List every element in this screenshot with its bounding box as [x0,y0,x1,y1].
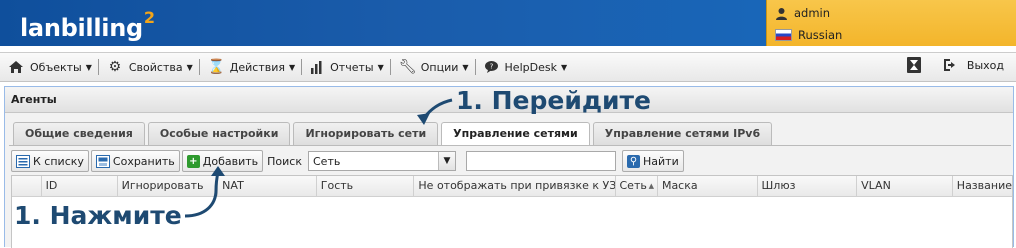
grid-header: ID Игнорировать NAT Гость Не отображать … [12,176,1012,197]
logo-version: 2 [143,8,155,27]
menu-right-group: Выход [906,57,1004,73]
back-to-list-button[interactable]: К списку [11,150,89,172]
column-header-network[interactable]: Сеть ▲ [616,176,658,196]
column-header-id[interactable]: ID [42,176,118,196]
sort-asc-icon: ▲ [648,182,654,190]
menu-objects[interactable]: Объекты ▼ [0,57,98,77]
user-name: admin [794,6,831,20]
menu-label: HelpDesk [504,60,557,74]
save-icon [95,154,110,168]
speech-bubble-icon: ? [484,61,498,73]
chevron-down-icon: ▼ [438,152,455,170]
grid-toolbar: К списку Сохранить + Добавить Поиск Сеть… [11,149,684,173]
menu-label: Отчеты [330,60,374,74]
logout-label: Выход [966,58,1004,72]
column-header-select[interactable] [12,176,42,196]
tab-general[interactable]: Общие сведения [13,122,145,145]
menu-label: Действия [229,60,285,74]
column-header-nat[interactable]: NAT [218,176,317,196]
annotation-step-navigate: 1. Перейдите [456,86,651,115]
dropdown-arrow-icon: ▼ [560,62,568,72]
column-header-network-label: Сеть [619,179,647,192]
app-header: lanbilling2 admin Russian [0,0,1016,46]
dropdown-arrow-icon: ▼ [377,62,384,72]
language-label: Russian [798,28,843,42]
menu-label: Объекты [30,60,82,74]
dropdown-arrow-icon: ▼ [186,62,193,72]
column-header-vlan[interactable]: VLAN [857,176,953,196]
column-header-ignore[interactable]: Игнорировать [118,176,219,196]
menu-helpdesk[interactable]: ? HelpDesk ▼ [476,57,574,77]
back-label: К списку [33,154,84,168]
gear-icon: ⚙ [108,59,122,75]
tab-network-management-ipv6[interactable]: Управление сетями IPv6 [592,122,773,145]
svg-text:?: ? [489,62,493,70]
logo-text: lanbilling [20,14,143,42]
save-button[interactable]: Сохранить [90,150,180,172]
bar-chart-icon [311,61,322,74]
find-button[interactable]: ⚲ Найти [622,150,684,172]
save-label: Сохранить [112,154,175,168]
find-label: Найти [643,154,679,168]
menu-properties[interactable]: ⚙ Свойства ▼ [99,57,199,77]
russia-flag-icon [775,29,792,41]
menu-reports[interactable]: Отчеты ▼ [302,57,390,77]
user-icon [776,7,787,20]
add-button[interactable]: + Добавить [181,150,264,172]
user-box: admin Russian [766,0,1016,46]
menu-label: Опции [420,60,459,74]
plus-icon: + [186,154,200,168]
hourglass-box-icon[interactable] [906,57,921,73]
dropdown-arrow-icon: ▼ [85,62,92,72]
user-account[interactable]: admin [775,6,830,20]
house-icon [9,61,23,73]
dropdown-arrow-icon: ▼ [288,62,296,72]
column-header-name[interactable]: Название [953,176,1012,196]
language-selector[interactable]: Russian [775,28,842,42]
column-header-hide-on-binding[interactable]: Не отображать при привязке к УЗ [414,176,616,196]
main-menu: Объекты ▼ ⚙ Свойства ▼ ⌛ Действия ▼ Отчеты ▼… [0,52,1016,82]
list-icon [16,154,30,168]
add-label: Добавить [202,154,259,168]
search-input[interactable] [466,151,616,171]
hourglass-icon: ⌛ [207,59,226,75]
menu-options[interactable]: 🔧︎ Опции ▼ [391,57,475,77]
logout-button[interactable]: Выход [943,58,1004,72]
tab-special-settings[interactable]: Особые настройки [147,122,291,145]
column-header-gateway[interactable]: Шлюз [758,176,858,196]
search-label: Поиск [267,154,302,168]
tab-bar: Общие сведения Особые настройки Игнориро… [13,122,773,146]
column-header-guest[interactable]: Гость [317,176,415,196]
tab-divider [9,145,1011,146]
app-logo[interactable]: lanbilling2 [20,8,155,42]
exit-icon [943,59,955,71]
menu-label: Свойства [128,60,183,74]
annotation-step-click: 1. Нажмите [14,201,182,230]
search-icon: ⚲ [627,154,640,168]
column-header-mask[interactable]: Маска [658,176,758,196]
tab-network-management[interactable]: Управление сетями [441,122,590,146]
menu-actions[interactable]: ⌛ Действия ▼ [200,57,301,77]
search-field-select[interactable]: Сеть ▼ [308,151,456,171]
tab-ignore-networks[interactable]: Игнорировать сети [293,122,439,145]
search-field-value: Сеть [313,154,341,168]
wrench-icon: 🔧︎ [398,59,417,75]
dropdown-arrow-icon: ▼ [462,62,469,72]
